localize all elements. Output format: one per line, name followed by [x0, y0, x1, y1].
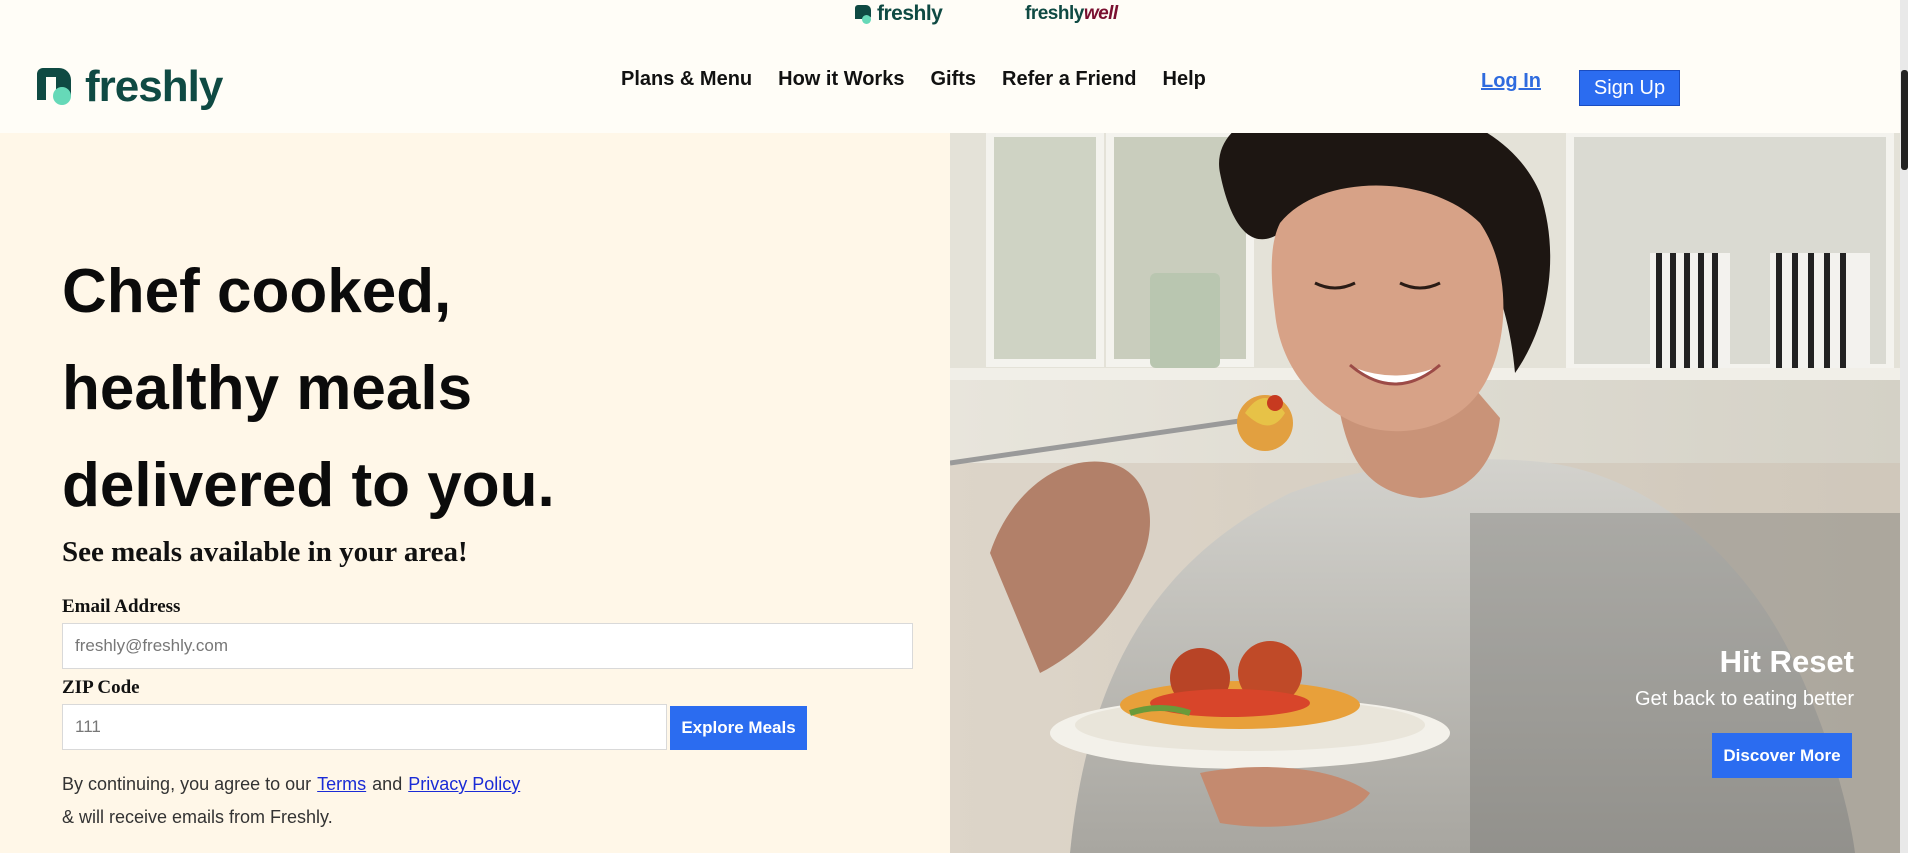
- nav-help[interactable]: Help: [1163, 68, 1206, 91]
- zip-label: ZIP Code: [62, 677, 140, 698]
- hero-subhead: See meals available in your area!: [62, 536, 468, 568]
- legal-text: By continuing, you agree to our Terms and P…: [62, 774, 526, 795]
- headline-line-3: delivered to you.: [62, 451, 555, 520]
- site-logo[interactable]: freshly: [37, 62, 223, 111]
- hero-signup-panel: Chef cooked, healthy meals delivered to …: [0, 133, 950, 853]
- main-nav: Plans & Menu How it Works Gifts Refer a …: [621, 68, 1206, 91]
- freshly-logo-icon: [855, 5, 873, 24]
- freshlywell-brand-link[interactable]: freshlywell: [1025, 3, 1118, 25]
- headline-line-1: Chef cooked,: [62, 257, 452, 326]
- legal-text-line-2: & will receive emails from Freshly.: [62, 807, 333, 827]
- zip-field[interactable]: 111: [62, 704, 667, 750]
- brand-switcher: freshly freshlywell: [0, 0, 1900, 30]
- headline-line-2: healthy meals: [62, 354, 473, 423]
- email-label: Email Address: [62, 596, 181, 617]
- freshly-logo-icon: [37, 67, 77, 107]
- terms-link[interactable]: Terms: [317, 774, 366, 794]
- email-field[interactable]: freshly@freshly.com: [62, 623, 913, 669]
- email-placeholder: freshly@freshly.com: [75, 636, 228, 655]
- freshlywell-suffix: well: [1083, 3, 1118, 24]
- zip-value: 111: [75, 717, 101, 736]
- hero-headline: Chef cooked, healthy meals delivered to …: [62, 243, 762, 534]
- legal-and: and: [372, 774, 403, 794]
- login-link[interactable]: Log In: [1481, 70, 1541, 93]
- scrollbar-thumb[interactable]: [1901, 70, 1908, 170]
- promo-subtitle: Get back to eating better: [1634, 688, 1854, 710]
- freshlywell-prefix: freshly: [1025, 3, 1084, 24]
- explore-meals-button[interactable]: Explore Meals: [670, 706, 807, 750]
- nav-plans-menu[interactable]: Plans & Menu: [621, 68, 752, 91]
- logo-text: freshly: [85, 62, 223, 111]
- legal-prefix: By continuing, you agree to our: [62, 774, 312, 794]
- discover-more-button[interactable]: Discover More: [1712, 733, 1852, 778]
- hero-promo-image: Hit Reset Get back to eating better Disc…: [950, 133, 1900, 853]
- freshly-brand-link[interactable]: freshly: [855, 2, 943, 26]
- privacy-policy-link[interactable]: Privacy Policy: [408, 774, 520, 794]
- nav-how-it-works[interactable]: How it Works: [778, 68, 904, 91]
- site-header: freshly Plans & Menu How it Works Gifts …: [0, 30, 1900, 133]
- nav-refer-a-friend[interactable]: Refer a Friend: [1002, 68, 1136, 91]
- signup-button[interactable]: Sign Up: [1579, 70, 1680, 106]
- nav-gifts[interactable]: Gifts: [930, 68, 976, 91]
- freshly-brand-text: freshly: [877, 2, 943, 25]
- promo-title: Hit Reset: [1719, 644, 1854, 679]
